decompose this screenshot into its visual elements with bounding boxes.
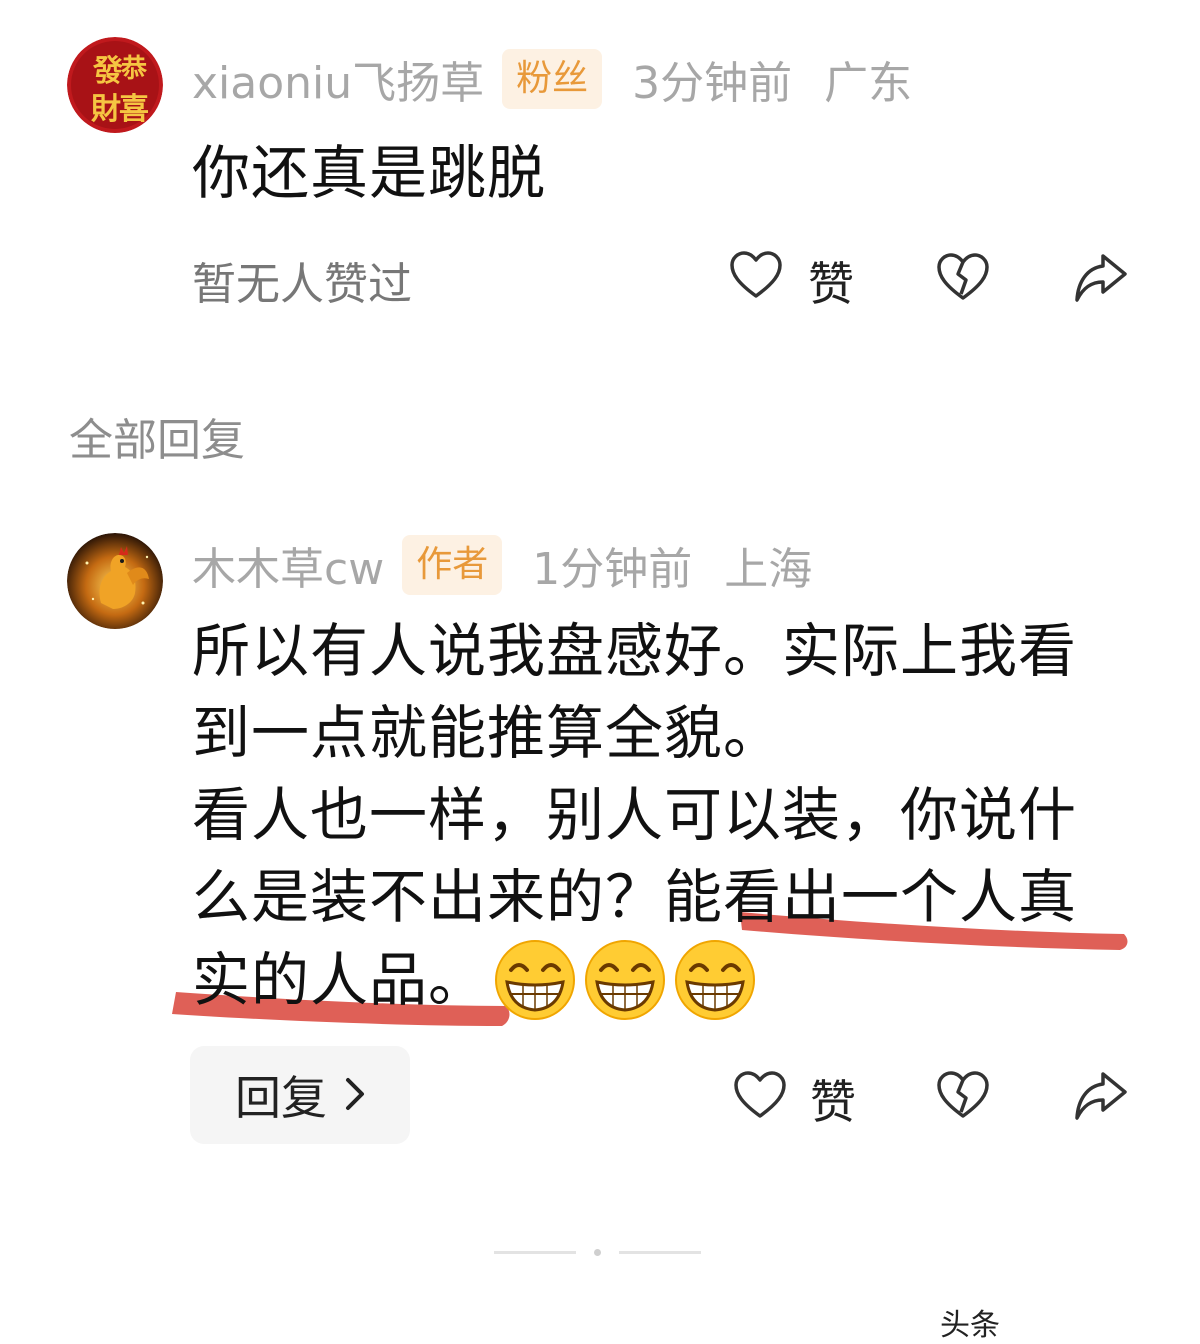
like-label[interactable]: 赞 [810, 1066, 856, 1132]
watermark: 头条 [940, 1308, 1000, 1343]
grinning-face-icon [583, 938, 667, 1022]
broken-heart-icon[interactable] [935, 1068, 991, 1124]
reply-button-label: 回复 [235, 1071, 327, 1125]
heart-icon[interactable] [732, 1068, 788, 1124]
page-indicator [494, 1249, 701, 1256]
reply-text-line: 看人也一样，别人可以装，你说什 [192, 781, 1078, 849]
indicator-line [494, 1251, 576, 1254]
grinning-face-icon [673, 938, 757, 1022]
reply-text: 所以有人说我盘感好。实际上我看 到一点就能推算全貌。 看人也一样，别人可以装，你… [192, 610, 1152, 1022]
grinning-face-icon [493, 938, 577, 1022]
chevron-right-icon [345, 1068, 365, 1122]
reply-text-line: 所以有人说我盘感好。实际上我看 [192, 617, 1078, 685]
reply-text-line: 么是装不出来的？能看出一个人真 [192, 863, 1078, 931]
reply-button[interactable]: 回复 [190, 1046, 410, 1144]
reply-text-last-row: 实的人品。 [192, 938, 1152, 1022]
indicator-line [619, 1251, 701, 1254]
share-icon[interactable] [1073, 1068, 1129, 1124]
reply-text-line: 到一点就能推算全貌。 [192, 699, 783, 767]
indicator-dot [594, 1249, 601, 1256]
reply-text-line: 实的人品。 [192, 946, 488, 1014]
